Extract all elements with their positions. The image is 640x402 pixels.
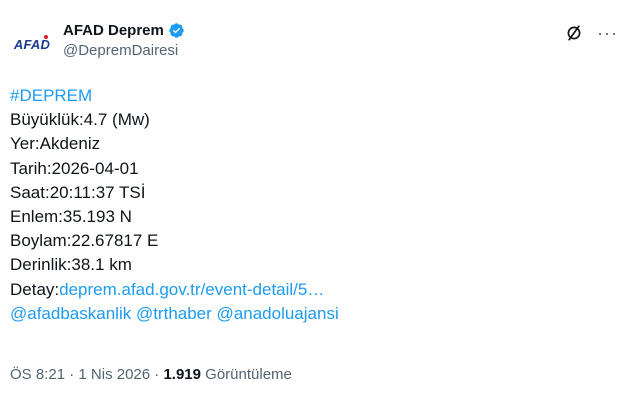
depth-line: Derinlik:38.1 km [10,255,132,275]
views-count: 1.919 [163,366,201,383]
logo-dot [44,35,48,39]
top-actions: ··· [565,24,618,42]
avatar[interactable]: AFAD [10,22,54,66]
meta-separator: · [69,366,75,383]
time-line: Saat:20:11:37 TSİ [10,182,146,202]
tweet-header: AFAD AFAD Deprem @DepremDairesi ··· [10,14,630,66]
latitude-line: Enlem:35.193 N [10,207,132,227]
mentions-line: @afadbaskanlik @trthaber @anadoluajansi [10,302,630,326]
date-line: Tarih:2026-04-01 [10,158,139,178]
detail-label: Detay: [10,279,60,299]
tweet-body: #DEPREM Büyüklük:4.7 (Mw) Yer:Akdeniz Ta… [10,84,630,326]
location-line: Yer:Akdeniz [10,134,101,154]
verified-badge-icon[interactable] [168,22,185,39]
account-names: AFAD Deprem @DepremDairesi [63,22,185,59]
detail-link[interactable]: deprem.afad.gov.tr/event-detail/5… [59,280,324,299]
magnitude-line: Büyüklük:4.7 (Mw) [10,110,150,130]
grok-icon[interactable] [565,24,583,42]
mention-afadbaskanlik[interactable]: @afadbaskanlik [10,304,131,323]
display-name[interactable]: AFAD Deprem [63,22,164,39]
detail-line: Detay:deprem.afad.gov.tr/event-detail/5… [10,278,630,302]
tweet-meta: ÖS 8:21 · 1 Nis 2026 · 1.919 Görüntüleme [10,366,292,383]
mention-trthaber[interactable]: @trthaber [136,304,212,323]
views-label: Görüntüleme [205,366,292,383]
account-handle[interactable]: @DepremDairesi [63,42,185,59]
more-icon[interactable]: ··· [597,24,618,42]
meta-separator: · [154,366,160,383]
hashtag-link[interactable]: #DEPREM [10,86,92,105]
longitude-line: Boylam:22.67817 E [10,231,159,251]
mention-anadoluajansi[interactable]: @anadoluajansi [217,304,339,323]
tweet-date[interactable]: 1 Nis 2026 [78,366,150,383]
tweet-time[interactable]: ÖS 8:21 [10,366,65,383]
